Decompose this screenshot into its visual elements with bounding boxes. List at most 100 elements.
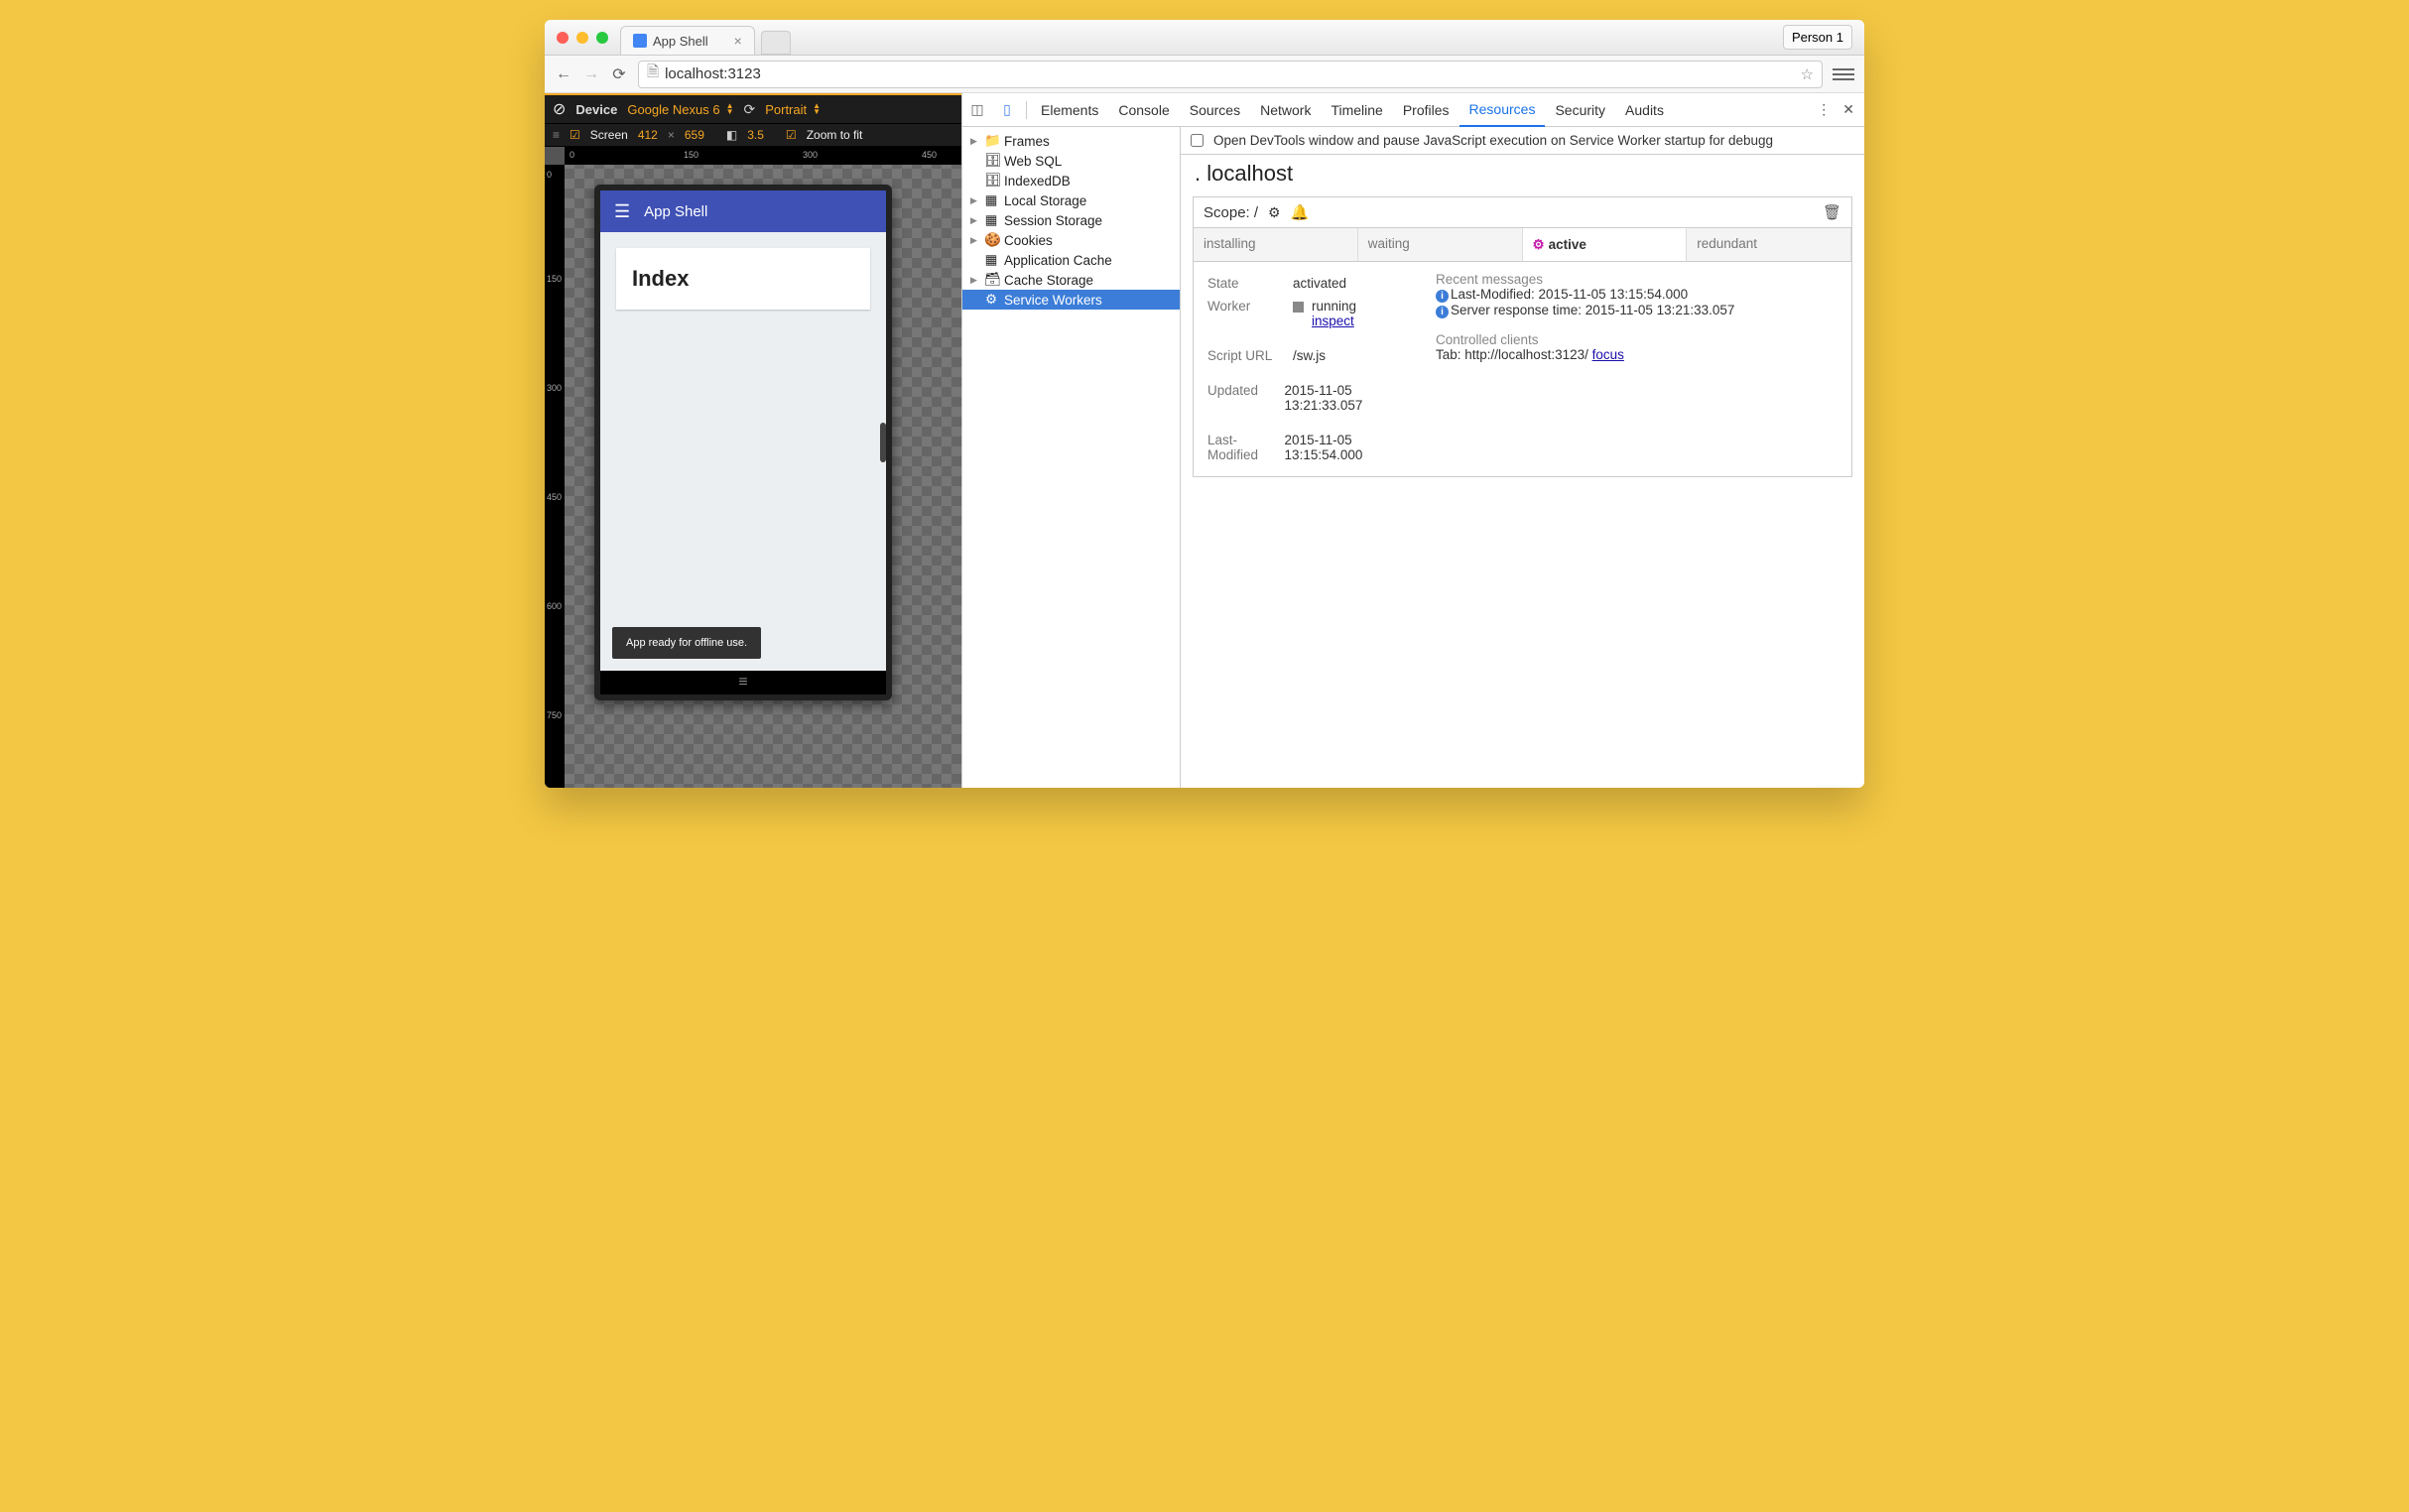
close-window-button[interactable] <box>557 32 569 44</box>
hamburger-icon[interactable]: ☰ <box>614 201 630 222</box>
tree-item-label: Service Workers <box>1004 293 1102 308</box>
ruler-tick: 300 <box>803 150 818 160</box>
trash-icon[interactable]: 🗑 <box>1823 203 1841 221</box>
disclosure-triangle-icon: ▶ <box>970 275 978 286</box>
zoom-window-button[interactable] <box>596 32 608 44</box>
card-heading: Index <box>632 266 689 291</box>
sub-icon[interactable]: ≡ <box>553 128 560 142</box>
scope-label: Scope: / <box>1204 204 1258 221</box>
sw-detail: Stateactivated Workerrunninginspect Scri… <box>1194 262 1851 476</box>
tree-item-session-storage[interactable]: ▶▦Session Storage <box>962 210 1180 230</box>
back-button[interactable]: ← <box>555 65 572 83</box>
ruler-tick: 750 <box>547 710 562 720</box>
ruler-area: 0 150 300 450 0 150 300 450 600 750 <box>545 147 961 788</box>
tree-item-label: Frames <box>1004 134 1050 149</box>
tree-item-local-storage[interactable]: ▶▦Local Storage <box>962 190 1180 210</box>
scrollbar-thumb[interactable] <box>880 423 886 462</box>
tree-item-label: Application Cache <box>1004 253 1112 268</box>
tree-item-service-workers[interactable]: ⚙Service Workers <box>962 290 1180 310</box>
device-toggle-icon[interactable]: ▯ <box>992 101 1022 118</box>
browser-toolbar: ← → ⟳ 🗎 localhost:3123 ☆ <box>545 56 1864 93</box>
new-tab-button[interactable] <box>761 31 791 55</box>
browser-tab[interactable]: App Shell × <box>620 26 755 55</box>
tree-item-cache-storage[interactable]: ▶🗃Cache Storage <box>962 270 1180 290</box>
inspect-link[interactable]: inspect <box>1312 314 1354 328</box>
tree-item-application-cache[interactable]: ▦Application Cache <box>962 250 1180 270</box>
rotate-icon[interactable]: ⟳ <box>743 101 755 118</box>
status-tab-waiting[interactable]: waiting <box>1358 228 1523 261</box>
stop-icon[interactable]: ⊘ <box>553 99 566 119</box>
minimize-window-button[interactable] <box>576 32 588 44</box>
disclosure-triangle-icon: ▶ <box>970 136 978 147</box>
status-tab-redundant[interactable]: redundant <box>1687 228 1851 261</box>
ruler-vertical: 0 150 300 450 600 750 <box>545 165 565 788</box>
zoom-label: Zoom to fit <box>807 128 863 142</box>
viewport-wrap: ☰ App Shell Index App ready for offline … <box>565 165 961 788</box>
ruler-tick: 0 <box>547 170 552 180</box>
orientation-select[interactable]: Portrait ▲▼ <box>765 102 821 117</box>
ruler-tick: 150 <box>684 150 698 160</box>
devtools-tab-audits[interactable]: Audits <box>1615 93 1674 127</box>
screen-checkbox[interactable]: ☑ <box>570 128 580 142</box>
tree-item-indexeddb[interactable]: 🗄 IndexedDB <box>962 171 1180 190</box>
browser-tabs: App Shell × <box>620 20 1783 55</box>
ruler-tick: 150 <box>547 274 562 284</box>
ruler-tick: 600 <box>547 601 562 611</box>
bell-icon[interactable]: 🔔 <box>1291 203 1310 221</box>
device-frame: ☰ App Shell Index App ready for offline … <box>594 185 892 700</box>
updown-icon: ▲▼ <box>813 103 821 115</box>
devtools-tab-console[interactable]: Console <box>1108 93 1179 127</box>
screen-width[interactable]: 412 <box>638 128 658 142</box>
service-worker-panel: Open DevTools window and pause JavaScrip… <box>1181 127 1864 788</box>
devtools-tab-profiles[interactable]: Profiles <box>1393 93 1459 127</box>
tree-item-label: Web SQL <box>1004 154 1062 169</box>
ruler-tick: 450 <box>922 150 937 160</box>
close-devtools-icon[interactable]: ✕ <box>1842 101 1854 118</box>
tree-item-label: IndexedDB <box>1004 174 1071 189</box>
inspect-icon[interactable]: ◫ <box>962 101 992 118</box>
script-value: /sw.js <box>1293 348 1326 363</box>
devtools-tab-timeline[interactable]: Timeline <box>1321 93 1392 127</box>
devtools-tab-network[interactable]: Network <box>1250 93 1321 127</box>
devtools-tab-sources[interactable]: Sources <box>1180 93 1250 127</box>
app-bar: ☰ App Shell <box>600 190 886 232</box>
db-icon: 🗄 <box>984 153 998 169</box>
tree-item-web-sql[interactable]: 🗄 Web SQL <box>962 151 1180 171</box>
status-tab-installing[interactable]: installing <box>1194 228 1358 261</box>
devtools-tab-security[interactable]: Security <box>1545 93 1615 127</box>
device-mode-panel: ⊘ Device Google Nexus 6 ▲▼ ⟳ Portrait ▲▼… <box>545 93 961 788</box>
toast-text: App ready for offline use. <box>626 637 747 649</box>
device-screen[interactable]: ☰ App Shell Index App ready for offline … <box>600 190 886 671</box>
kebab-icon[interactable]: ⋮ <box>1817 101 1831 118</box>
client-text: Tab: http://localhost:3123/ <box>1436 347 1592 362</box>
dpr-value[interactable]: 3.5 <box>747 128 764 142</box>
updated-value: 2015-11-05 13:21:33.057 <box>1285 383 1416 413</box>
device-select[interactable]: Google Nexus 6 ▲▼ <box>627 102 733 117</box>
status-tab-active[interactable]: ⚙active <box>1523 228 1688 261</box>
forward-button[interactable]: → <box>582 65 600 83</box>
scope-header: Scope: / ⚙ 🔔 🗑 <box>1194 197 1851 228</box>
worker-label: Worker <box>1207 299 1277 328</box>
devtools-tab-elements[interactable]: Elements <box>1031 93 1108 127</box>
tree-item-cookies[interactable]: ▶🍪Cookies <box>962 230 1180 250</box>
close-tab-icon[interactable]: × <box>734 33 742 49</box>
menu-button[interactable] <box>1833 63 1854 85</box>
profile-button[interactable]: Person 1 <box>1783 25 1852 50</box>
stop-worker-icon[interactable] <box>1293 302 1304 313</box>
devtools-tab-resources[interactable]: Resources <box>1459 93 1546 127</box>
resources-tree: ▶📁Frames 🗄 Web SQL 🗄 IndexedDB▶▦Local Storag… <box>962 127 1181 788</box>
reload-button[interactable]: ⟳ <box>610 65 628 83</box>
zoom-checkbox[interactable]: ☑ <box>786 128 797 142</box>
worker-cell: runninginspect <box>1293 299 1356 328</box>
ruler-tick: 450 <box>547 492 562 502</box>
tree-item-frames[interactable]: ▶📁Frames <box>962 131 1180 151</box>
bookmark-star-icon[interactable]: ☆ <box>1801 65 1814 83</box>
screen-height[interactable]: 659 <box>685 128 704 142</box>
pause-on-start-row: Open DevTools window and pause JavaScrip… <box>1181 127 1864 155</box>
gear-icon[interactable]: ⚙ <box>1268 204 1281 221</box>
focus-link[interactable]: focus <box>1592 347 1624 362</box>
pause-checkbox[interactable] <box>1191 134 1204 147</box>
favicon-icon <box>633 34 647 48</box>
db-icon: 🗄 <box>984 173 998 189</box>
address-bar[interactable]: 🗎 localhost:3123 ☆ <box>638 61 1823 88</box>
